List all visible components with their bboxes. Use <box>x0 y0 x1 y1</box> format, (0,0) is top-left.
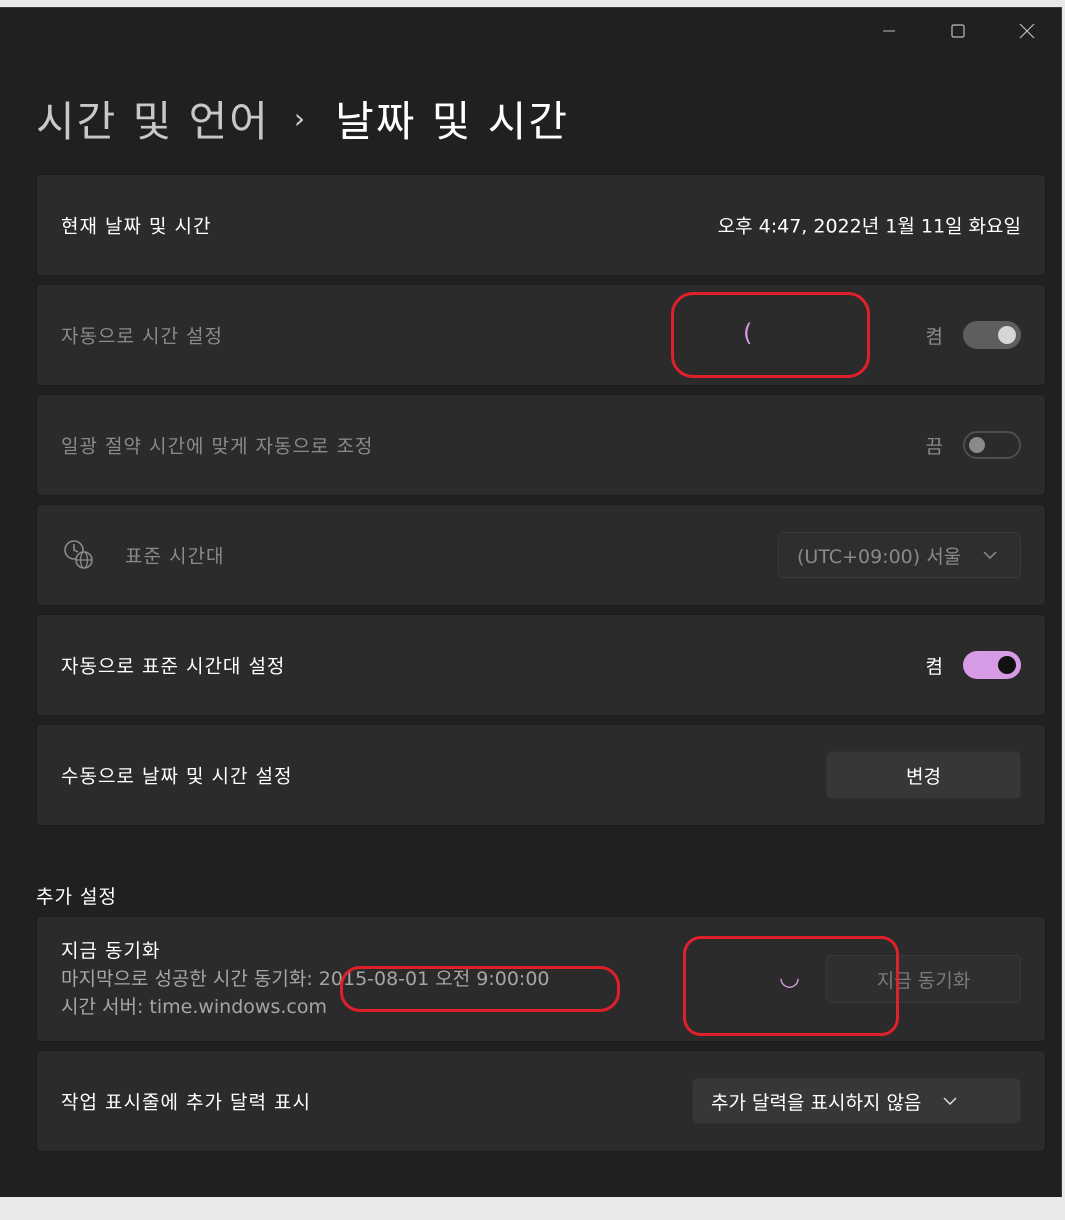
sync-last-success: 마지막으로 성공한 시간 동기화: 2015-08-01 오전 9:00:00 <box>61 968 550 990</box>
loading-spinner-icon: ( <box>743 319 753 347</box>
chevron-down-icon <box>943 1097 957 1105</box>
clock-globe-icon <box>64 540 93 569</box>
close-icon <box>1019 23 1034 39</box>
auto-timezone-toggle-group: 켬 <box>926 651 1021 679</box>
timezone-label: 표준 시간대 <box>125 545 225 568</box>
manual-datetime-card: 수동으로 날짜 및 시간 설정 변경 <box>36 724 1046 826</box>
titlebar-controls <box>854 8 1061 54</box>
change-button[interactable]: 변경 <box>826 751 1021 799</box>
current-datetime-label: 현재 날짜 및 시간 <box>61 215 212 238</box>
sync-now-button[interactable]: 지금 동기화 <box>826 955 1021 1003</box>
page-title: 날짜 및 시간 <box>335 97 570 146</box>
settings-window: 시간 및 언어 › 날짜 및 시간 현재 날짜 및 시간 오후 4:47, 20… <box>0 7 1062 1197</box>
sync-text-group: 지금 동기화 마지막으로 성공한 시간 동기화: 2015-08-01 오전 9… <box>61 937 550 1021</box>
calendar-label: 작업 표시줄에 추가 달력 표시 <box>61 1091 311 1114</box>
auto-time-toggle-group: 켬 <box>926 321 1021 349</box>
toggle-knob <box>998 326 1016 344</box>
current-datetime-card: 현재 날짜 및 시간 오후 4:47, 2022년 1월 11일 화요일 <box>36 174 1046 276</box>
breadcrumb: 시간 및 언어 › 날짜 및 시간 <box>36 88 569 149</box>
auto-time-toggle[interactable] <box>963 321 1021 349</box>
auto-timezone-toggle[interactable] <box>963 651 1021 679</box>
auto-timezone-card: 자동으로 표준 시간대 설정 켬 <box>36 614 1046 716</box>
dst-state: 끔 <box>925 435 943 458</box>
breadcrumb-parent[interactable]: 시간 및 언어 <box>36 88 270 149</box>
breadcrumb-separator-icon: › <box>293 102 308 135</box>
maximize-button[interactable] <box>923 8 992 54</box>
auto-time-state: 켬 <box>925 325 943 348</box>
chevron-down-icon <box>983 551 997 559</box>
current-datetime-value: 오후 4:47, 2022년 1월 11일 화요일 <box>717 215 1021 238</box>
dst-toggle[interactable] <box>963 431 1021 459</box>
timezone-dropdown[interactable]: (UTC+09:00) 서울 <box>778 532 1021 578</box>
sync-server: 시간 서버: time.windows.com <box>61 996 327 1018</box>
additional-settings-title: 추가 설정 <box>36 886 117 908</box>
timezone-card: 표준 시간대 (UTC+09:00) 서울 <box>36 504 1046 606</box>
maximize-icon <box>950 24 965 38</box>
timezone-selected: (UTC+09:00) 서울 <box>797 545 962 568</box>
calendar-card: 작업 표시줄에 추가 달력 표시 추가 달력을 표시하지 않음 <box>36 1050 1046 1152</box>
calendar-selected: 추가 달력을 표시하지 않음 <box>711 1091 922 1114</box>
dst-card: 일광 절약 시간에 맞게 자동으로 조정 끔 <box>36 394 1046 496</box>
manual-datetime-label: 수동으로 날짜 및 시간 설정 <box>61 765 293 788</box>
toggle-knob <box>969 437 985 453</box>
dst-toggle-group: 끔 <box>926 431 1021 459</box>
sync-title: 지금 동기화 <box>61 940 161 962</box>
auto-timezone-state: 켬 <box>925 655 943 678</box>
calendar-dropdown[interactable]: 추가 달력을 표시하지 않음 <box>692 1078 1021 1124</box>
auto-timezone-label: 자동으로 표준 시간대 설정 <box>61 655 286 678</box>
sync-card: 지금 동기화 마지막으로 성공한 시간 동기화: 2015-08-01 오전 9… <box>36 916 1046 1042</box>
loading-spinner-icon: ◡ <box>779 963 800 991</box>
toggle-knob <box>998 656 1016 674</box>
auto-time-card: 자동으로 시간 설정 ( 켬 <box>36 284 1046 386</box>
auto-time-label: 자동으로 시간 설정 <box>61 325 223 348</box>
dst-label: 일광 절약 시간에 맞게 자동으로 조정 <box>61 435 374 458</box>
close-button[interactable] <box>992 8 1061 54</box>
minimize-icon <box>882 30 895 32</box>
minimize-button[interactable] <box>854 8 923 54</box>
